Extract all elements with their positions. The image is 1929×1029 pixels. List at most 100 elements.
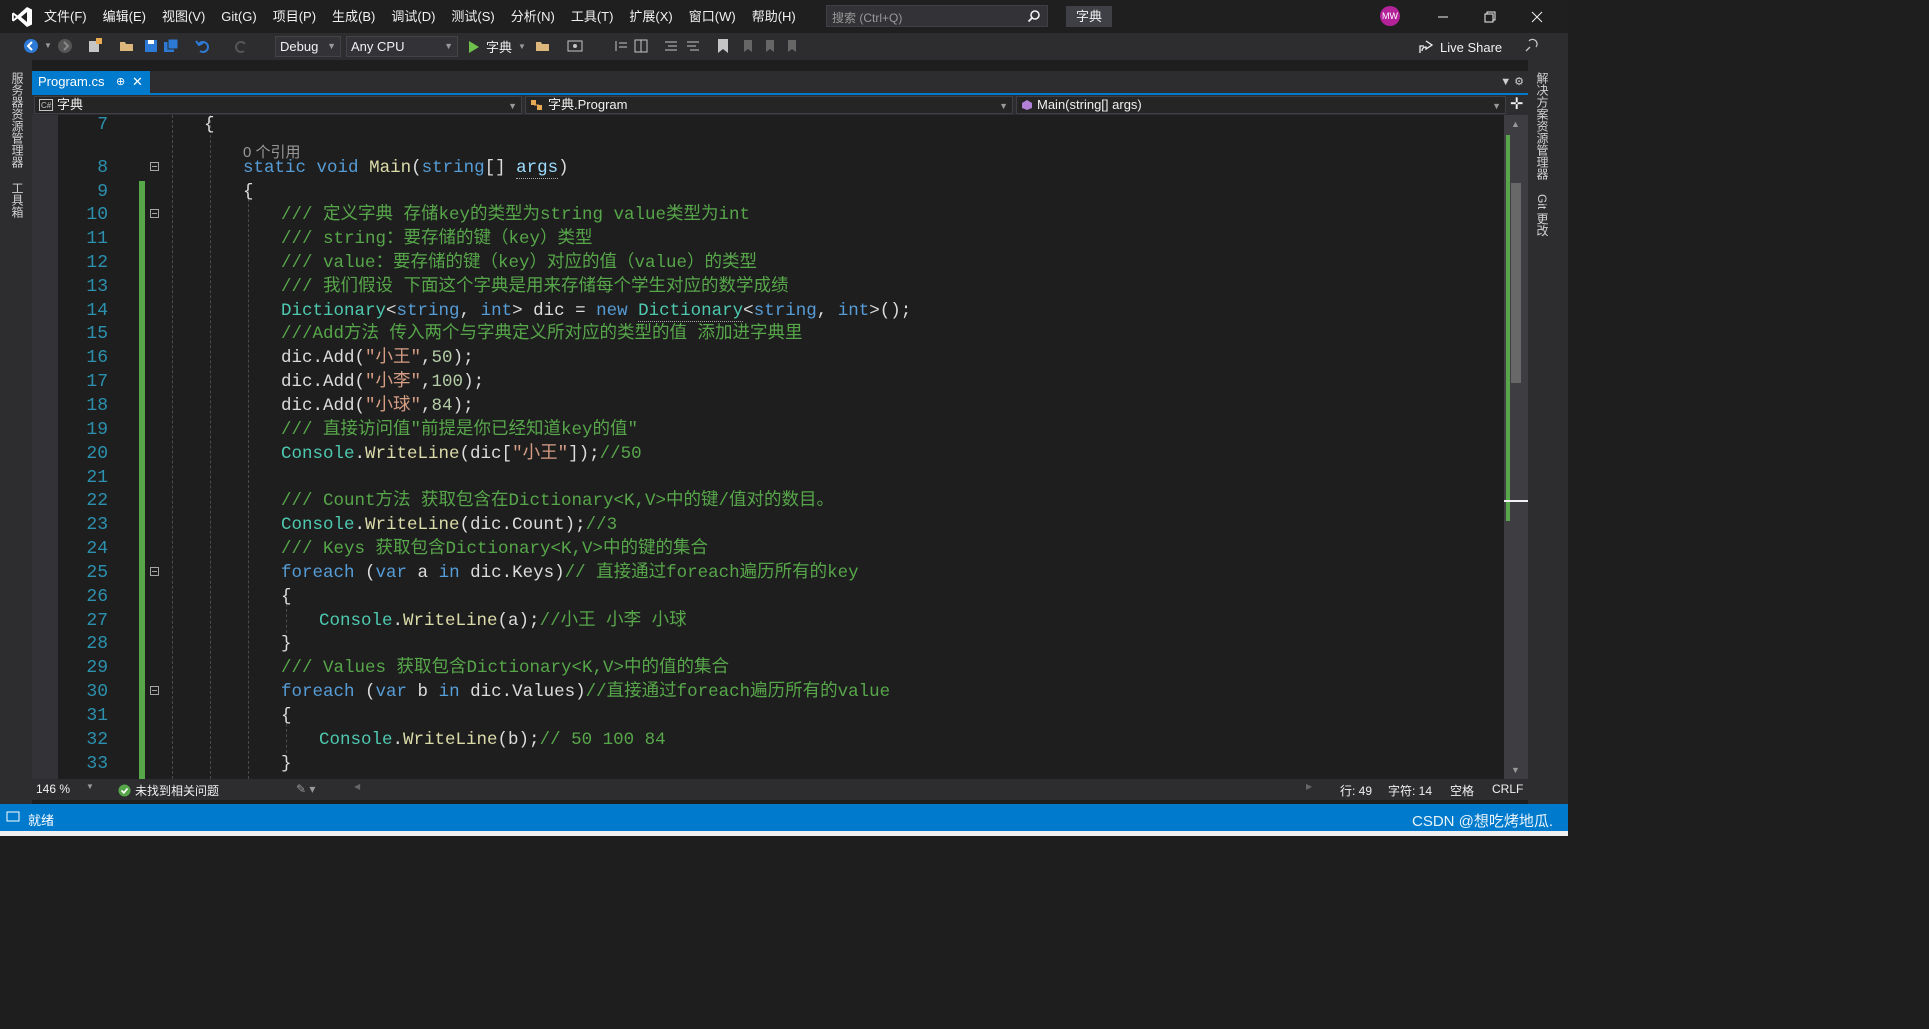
tab-overflow-icon[interactable]: ▼ ⚙ [1500,75,1524,88]
menu-help[interactable]: 帮助(H) [744,0,804,33]
code-text: foreach (var b in dic.Values)//直接通过forea… [281,682,891,702]
member-name: Main(string[] args) [1037,97,1142,112]
screenshot-icon[interactable] [566,37,584,55]
save-all-icon[interactable] [162,37,180,55]
menu-test[interactable]: 测试(S) [443,0,502,33]
code-line: 21 [32,466,1504,490]
navigate-back-icon[interactable] [22,37,40,55]
live-share-icon [1419,40,1434,53]
collapse-icon[interactable] [150,162,159,171]
search-input[interactable]: 搜索 (Ctrl+Q) [826,5,1048,27]
collapse-icon[interactable] [150,209,159,218]
bookmark-icon[interactable] [714,37,732,55]
scroll-up-icon[interactable]: ▲ [1511,119,1520,129]
server-explorer-tab[interactable]: 服务器资源管理器 [9,72,26,168]
close-tab-icon[interactable]: ✕ [132,71,143,93]
scrollbar-thumb[interactable] [1511,183,1521,383]
start-debugging-button[interactable]: 字典 ▼ [466,37,526,56]
class-icon [530,99,544,115]
back-dropdown-icon[interactable]: ▼ [44,37,52,55]
window-bottom-edge [0,831,1568,836]
line-number: 30 [86,682,108,702]
whitespace-indicator[interactable]: 空格 [1450,782,1474,799]
avatar[interactable]: MW [1380,6,1400,26]
new-project-icon[interactable] [86,37,104,55]
line-number: 12 [86,253,108,273]
code-text: Dictionary<string, int> dic = new Dictio… [281,301,912,322]
line-number: 16 [86,348,108,368]
line-number: 9 [97,182,108,202]
uncomment-lines-icon[interactable] [684,37,702,55]
code-text: Console.WriteLine(b);// 50 100 84 [319,730,666,750]
project-dropdown[interactable]: C# 字典 ▼ [34,96,522,114]
menu-view[interactable]: 视图(V) [154,0,213,33]
code-text: /// string：要存储的键（key）类型 [281,229,593,249]
navigate-forward-icon[interactable] [56,37,74,55]
live-share-button[interactable]: Live Share [1418,39,1502,55]
vertical-scrollbar[interactable]: ▲ ▼ [1504,115,1528,779]
menu-project[interactable]: 项目(P) [265,0,324,33]
platform-select[interactable]: Any CPU ▼ [346,36,458,57]
code-line: 32 Console.WriteLine(b);// 50 100 84 [32,728,1504,752]
line-number: 13 [86,277,108,297]
method-icon [1021,99,1033,115]
menu-file[interactable]: 文件(F) [36,0,95,33]
line-number: 11 [86,229,108,249]
split-editor-icon[interactable]: ✛ [1510,95,1523,115]
issues-indicator[interactable]: 未找到相关问题 [118,782,219,799]
code-cleanup-icon[interactable]: ✎ ▾ [296,782,315,796]
toolbox-tab[interactable]: 工具箱 [9,182,26,218]
configuration-select[interactable]: Debug ▼ [275,36,341,57]
status-bar: 就绪 [0,804,1568,831]
step-into-icon[interactable] [612,37,630,55]
menu-window[interactable]: 窗口(W) [681,0,744,33]
zoom-dropdown-icon[interactable]: ▼ [86,782,94,791]
hscroll-left-icon[interactable]: ◀ [354,782,360,791]
char-indicator[interactable]: 字符: 14 [1388,782,1432,799]
save-icon[interactable] [142,37,160,55]
pin-icon[interactable]: ⊕ [116,71,125,93]
step-over-icon[interactable] [632,37,650,55]
search-icon[interactable] [1027,9,1041,23]
scroll-down-icon[interactable]: ▼ [1511,765,1520,775]
line-number: 14 [86,301,108,321]
open-folder-icon[interactable] [118,37,136,55]
clear-bookmarks-icon[interactable] [782,37,800,55]
menu-extensions[interactable]: 扩展(X) [621,0,680,33]
next-bookmark-icon[interactable] [760,37,778,55]
code-line: 18 dic.Add("小球",84); [32,394,1504,418]
menu-edit[interactable]: 编辑(E) [95,0,154,33]
menu-analyze[interactable]: 分析(N) [503,0,563,33]
notifications-icon[interactable] [6,811,20,823]
redo-icon[interactable] [232,37,250,55]
previous-bookmark-icon[interactable] [738,37,756,55]
git-changes-tab[interactable]: Git 更改 [1534,194,1551,237]
feedback-icon[interactable] [1522,37,1540,55]
visual-studio-logo-icon[interactable] [10,5,34,29]
solution-explorer-tab[interactable]: 解决方案资源管理器 [1534,72,1551,180]
hscroll-right-icon[interactable]: ▶ [1306,782,1312,791]
navigation-bar: C# 字典 ▼ 字典.Program ▼ Main(string[] args) … [32,95,1528,115]
zoom-level[interactable]: 146 % [36,782,70,796]
minimize-icon[interactable] [1434,8,1452,26]
comment-lines-icon[interactable] [662,37,680,55]
menu-tools[interactable]: 工具(T) [563,0,622,33]
restore-icon[interactable] [1481,8,1499,26]
code-line: 12 /// value：要存储的键（key）对应的值（value）的类型 [32,251,1504,275]
code-editor[interactable]: 7 { 0 个引用 8 static void Main(string[] ar… [32,115,1504,779]
undo-icon[interactable] [194,37,212,55]
menu-debug[interactable]: 调试(D) [383,0,443,33]
menu-git[interactable]: Git(G) [213,0,264,33]
menu-build[interactable]: 生成(B) [324,0,383,33]
line-ending-indicator[interactable]: CRLF [1492,782,1523,796]
line-indicator[interactable]: 行: 49 [1340,782,1372,799]
class-dropdown[interactable]: 字典.Program ▼ [525,96,1013,114]
code-line: 33 } [32,752,1504,776]
tab-program-cs[interactable]: Program.cs ⊕ ✕ [32,71,150,93]
collapse-icon[interactable] [150,567,159,576]
member-dropdown[interactable]: Main(string[] args) ▼ [1016,96,1506,114]
browse-folder-icon[interactable] [534,37,552,55]
collapse-icon[interactable] [150,686,159,695]
code-line: 15 ///Add方法 传入两个与字典定义所对应的类型的值 添加进字典里 [32,322,1504,346]
close-window-icon[interactable] [1528,8,1546,26]
